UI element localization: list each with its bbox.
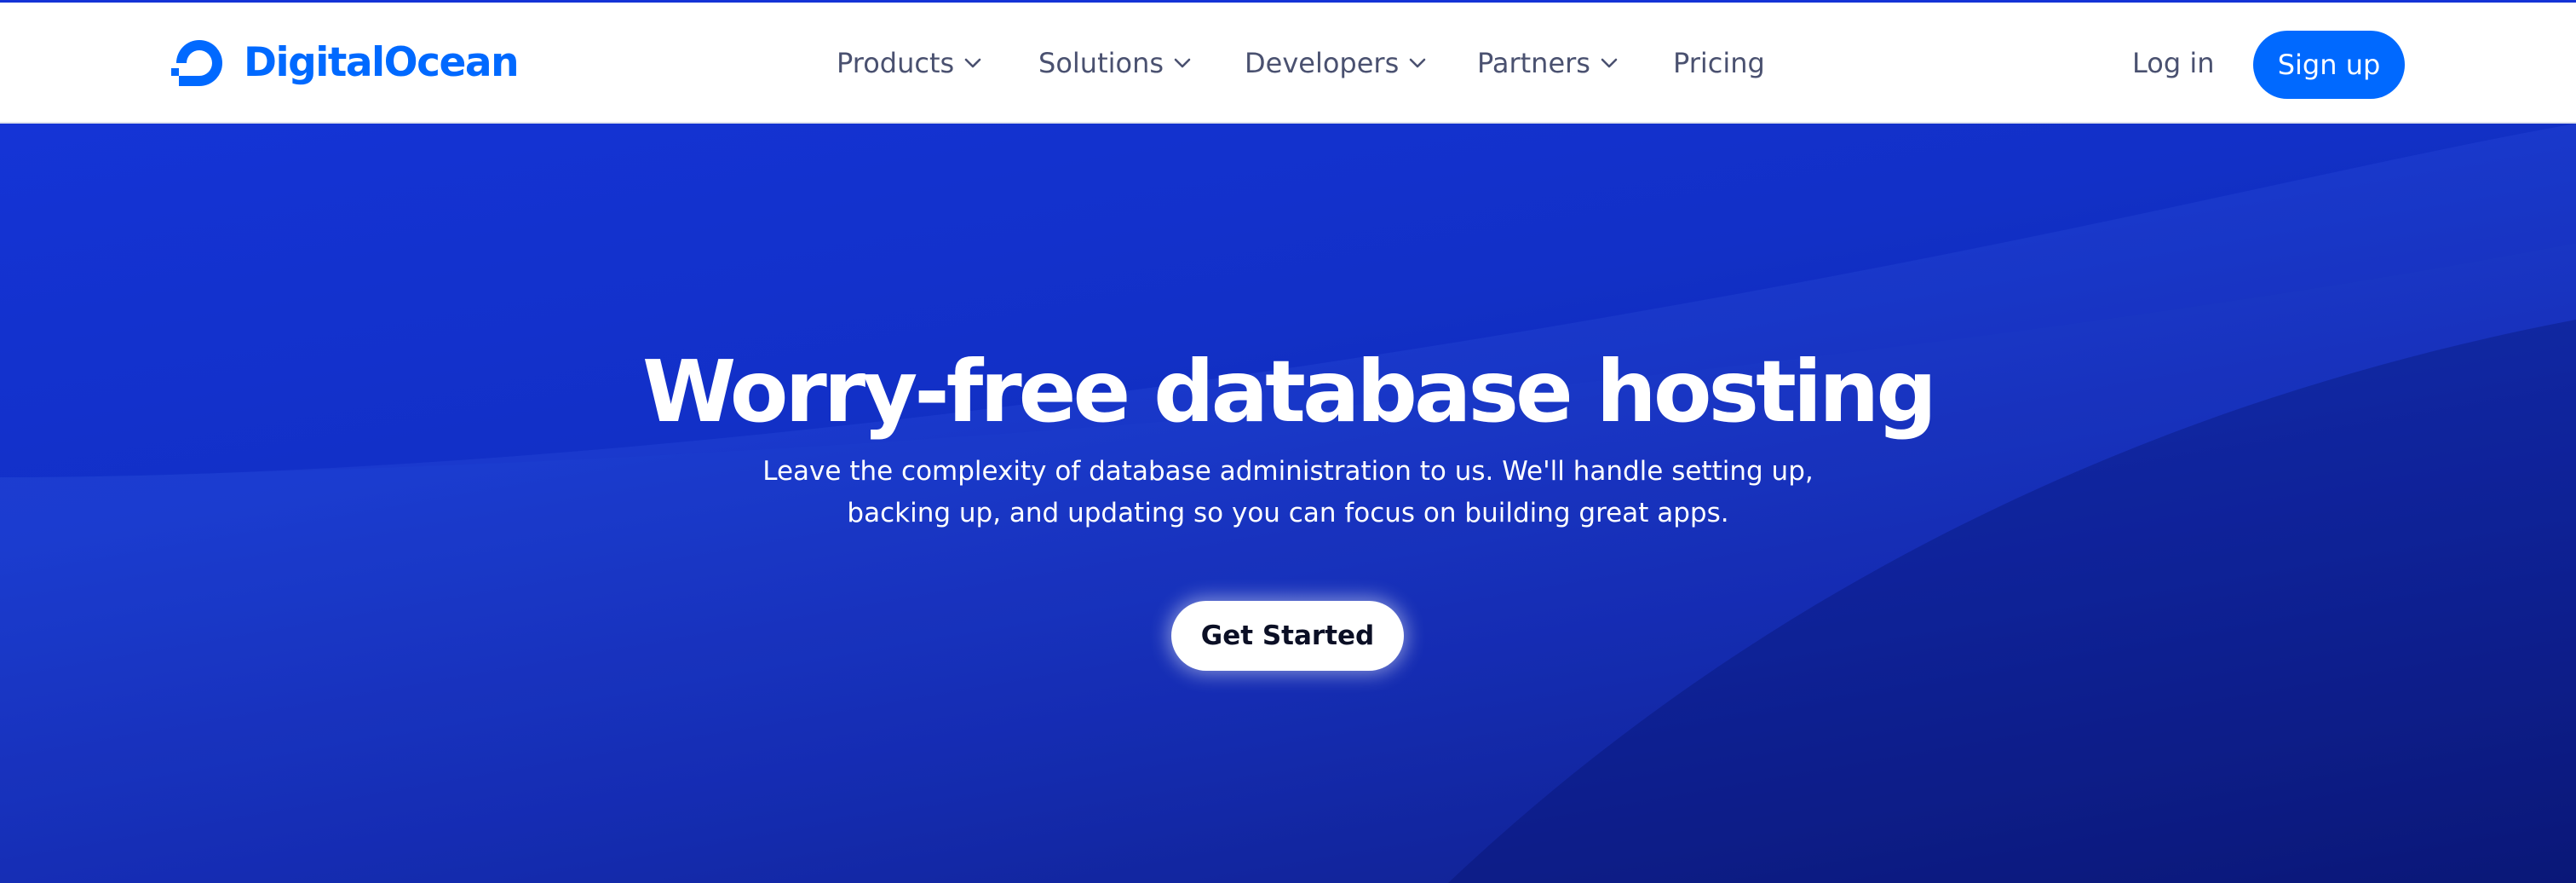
nav-item-label: Solutions xyxy=(1038,47,1164,79)
brand-name: DigitalOcean xyxy=(244,39,520,86)
nav-item-products[interactable]: Products xyxy=(837,33,981,93)
hero-subtitle-line-2: backing up, and updating so you can focu… xyxy=(847,498,1729,528)
hero-subtitle-line-1: Leave the complexity of database adminis… xyxy=(762,456,1814,487)
chevron-down-icon xyxy=(964,58,981,68)
nav-item-pricing[interactable]: Pricing xyxy=(1673,33,1765,93)
brand-logo[interactable]: DigitalOcean xyxy=(169,33,520,93)
hero-title: Worry-free database hosting xyxy=(642,342,1937,442)
signup-button[interactable]: Sign up xyxy=(2253,31,2405,99)
nav-item-label: Developers xyxy=(1245,47,1400,79)
chevron-down-icon xyxy=(1174,58,1191,68)
nav-item-developers[interactable]: Developers xyxy=(1245,33,1426,93)
hero-section: Worry-free database hosting Leave the co… xyxy=(0,124,2576,883)
nav-item-label: Partners xyxy=(1477,47,1590,79)
nav-item-label: Products xyxy=(837,47,955,79)
get-started-button[interactable]: Get Started xyxy=(1171,601,1404,671)
nav-item-label: Pricing xyxy=(1673,47,1765,79)
hero-subtitle: Leave the complexity of database adminis… xyxy=(734,451,1842,534)
login-link[interactable]: Log in xyxy=(2132,33,2215,93)
chevron-down-icon xyxy=(1601,58,1618,68)
nav-item-partners[interactable]: Partners xyxy=(1477,33,1618,93)
chevron-down-icon xyxy=(1409,58,1426,68)
nav-item-solutions[interactable]: Solutions xyxy=(1038,33,1191,93)
digitalocean-logo-icon xyxy=(171,40,222,86)
site-header: DigitalOcean Products Solutions Develope… xyxy=(0,3,2576,124)
